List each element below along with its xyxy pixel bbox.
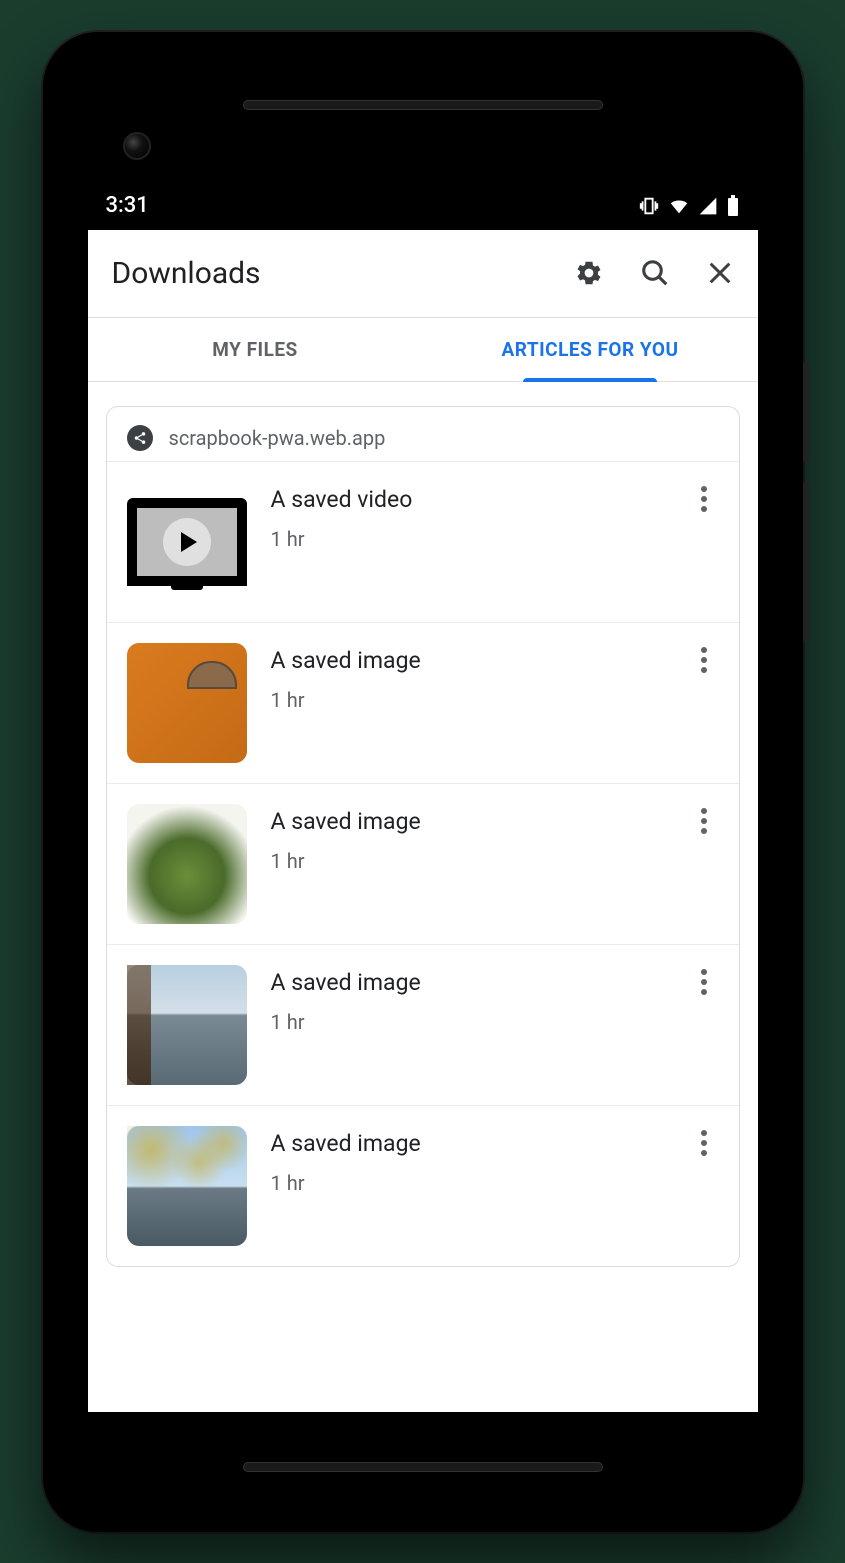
item-time: 1 hr: [271, 527, 665, 551]
app-bar: Downloads: [88, 230, 758, 318]
settings-button[interactable]: [574, 258, 604, 288]
item-time: 1 hr: [271, 1010, 665, 1034]
list-item[interactable]: A saved video 1 hr: [107, 461, 739, 622]
item-time: 1 hr: [271, 849, 665, 873]
list-item[interactable]: A saved image 1 hr: [107, 944, 739, 1105]
more-vert-icon: [701, 647, 707, 673]
signal-icon: [698, 196, 718, 216]
item-title: A saved image: [271, 647, 665, 674]
phone-camera: [123, 132, 151, 160]
list-item[interactable]: A saved image 1 hr: [107, 783, 739, 944]
tabs: MY FILES ARTICLES FOR YOU: [88, 318, 758, 382]
play-icon: [163, 518, 211, 566]
wifi-icon: [668, 195, 690, 217]
thumbnail-image: [127, 643, 247, 763]
status-time: 3:31: [106, 193, 149, 218]
item-time: 1 hr: [271, 688, 665, 712]
phone-frame: 3:31 Downloa: [43, 32, 803, 1532]
item-menu-button[interactable]: [689, 965, 719, 995]
close-icon: [706, 259, 734, 287]
status-bar: 3:31: [88, 182, 758, 230]
item-menu-button[interactable]: [689, 643, 719, 673]
close-button[interactable]: [706, 259, 734, 287]
search-button[interactable]: [640, 258, 670, 288]
tv-icon: [127, 498, 247, 586]
thumbnail-image: [127, 965, 247, 1085]
battery-icon: [726, 195, 740, 217]
item-title: A saved image: [271, 969, 665, 996]
list-item[interactable]: A saved image 1 hr: [107, 622, 739, 783]
item-menu-button[interactable]: [689, 1126, 719, 1156]
card-header: scrapbook-pwa.web.app: [107, 407, 739, 461]
thumbnail-image: [127, 1126, 247, 1246]
tab-label: ARTICLES FOR YOU: [501, 338, 678, 361]
source-label: scrapbook-pwa.web.app: [169, 426, 386, 450]
tab-my-files[interactable]: MY FILES: [88, 318, 423, 381]
item-title: A saved image: [271, 1130, 665, 1157]
more-vert-icon: [701, 486, 707, 512]
more-vert-icon: [701, 1130, 707, 1156]
more-vert-icon: [701, 969, 707, 995]
item-menu-button[interactable]: [689, 482, 719, 512]
screen: 3:31 Downloa: [88, 182, 758, 1412]
gear-icon: [574, 258, 604, 288]
phone-side-button: [803, 482, 809, 642]
phone-speaker: [243, 1462, 603, 1472]
status-icons: [638, 195, 740, 217]
more-vert-icon: [701, 808, 707, 834]
thumbnail-video: [127, 482, 247, 602]
share-icon: [127, 425, 153, 451]
vibrate-icon: [638, 195, 660, 217]
item-title: A saved video: [271, 486, 665, 513]
item-menu-button[interactable]: [689, 804, 719, 834]
item-time: 1 hr: [271, 1171, 665, 1195]
tab-articles-for-you[interactable]: ARTICLES FOR YOU: [423, 318, 758, 381]
phone-earpiece: [243, 100, 603, 110]
phone-side-button: [803, 362, 809, 462]
item-title: A saved image: [271, 808, 665, 835]
list-item[interactable]: A saved image 1 hr: [107, 1105, 739, 1266]
tab-label: MY FILES: [212, 338, 298, 361]
page-title: Downloads: [112, 256, 574, 291]
content-area: scrapbook-pwa.web.app A saved video: [88, 382, 758, 1412]
article-card: scrapbook-pwa.web.app A saved video: [106, 406, 740, 1267]
search-icon: [640, 258, 670, 288]
thumbnail-image: [127, 804, 247, 924]
